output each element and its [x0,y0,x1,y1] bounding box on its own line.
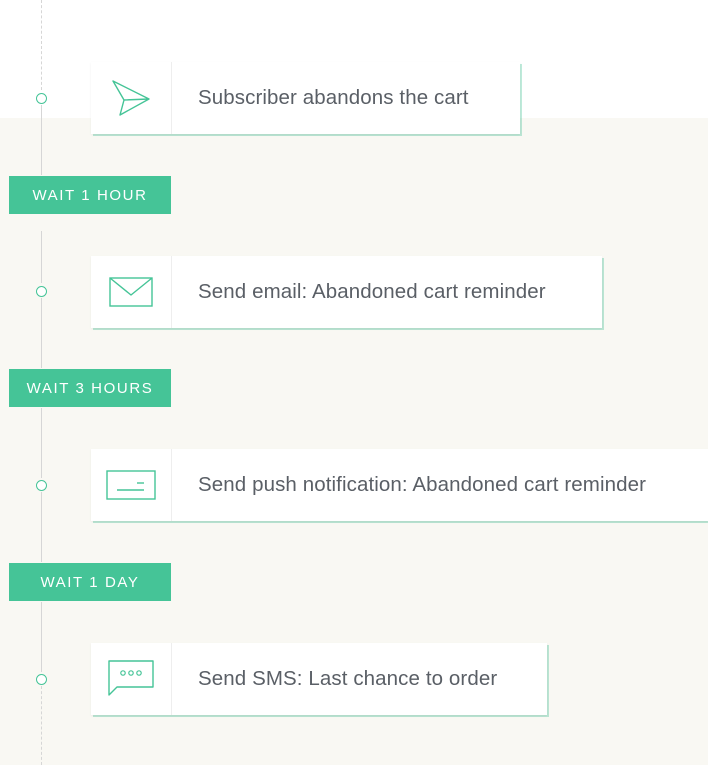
wait-badge[interactable]: WAIT 3 HOURS [9,369,171,407]
step-label: Send SMS: Last chance to order [198,667,498,690]
timeline-line-segment [41,298,42,368]
timeline-node [36,93,47,104]
timeline-node [36,480,47,491]
paper-plane-icon [91,62,172,134]
timeline-line-segment [41,492,42,562]
timeline-line-segment [41,105,42,175]
step-label: Send push notification: Abandoned cart r… [198,473,647,496]
step-card-push[interactable]: Send push notification: Abandoned cart r… [91,449,708,521]
timeline-line-segment [41,602,42,672]
sms-bubble-icon [91,643,172,715]
step-card-email[interactable]: Send email: Abandoned cart reminder [91,256,602,328]
timeline-line-segment [41,408,42,478]
wait-badge[interactable]: WAIT 1 DAY [9,563,171,601]
step-label: Subscriber abandons the cart [198,86,469,109]
step-label: Send email: Abandoned cart reminder [198,280,546,303]
timeline-line-top [41,0,42,90]
step-card-sms[interactable]: Send SMS: Last chance to order [91,643,547,715]
step-card-trigger[interactable]: Subscriber abandons the cart [91,62,520,134]
envelope-icon [91,256,172,328]
timeline-line-bottom [41,686,42,765]
push-notification-icon [91,449,172,521]
timeline-node [36,674,47,685]
timeline-node [36,286,47,297]
wait-badge[interactable]: WAIT 1 HOUR [9,176,171,214]
timeline-line-segment [41,231,42,283]
